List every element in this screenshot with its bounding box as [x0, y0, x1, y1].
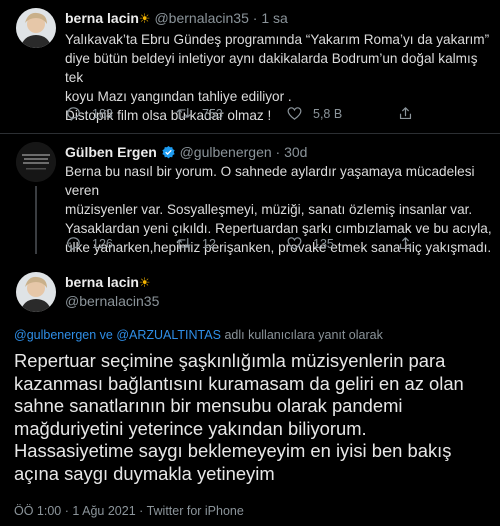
- reply-icon: [67, 107, 80, 122]
- tweet-line: müzisyenler var. Sosyalleşmeyi, müziği, …: [65, 202, 473, 217]
- share-button[interactable]: [397, 235, 424, 252]
- tweet-gulben[interactable]: Gülben Ergen @gulbenergen · 30d Berna bu…: [0, 134, 500, 264]
- heart-icon: [287, 107, 302, 120]
- tweet-line: koyu Mazı yangından tahliye ediliyor .: [65, 89, 292, 104]
- tweet-line: kazanması bağlantısını kuramasam da geli…: [14, 372, 464, 394]
- author-name[interactable]: berna lacin: [65, 274, 139, 290]
- retweet-icon: [176, 237, 191, 250]
- tweet-actions: 126 12 135: [65, 235, 500, 253]
- share-button[interactable]: [397, 105, 424, 122]
- separator: ·: [252, 10, 258, 26]
- tweet-line: açına saygı duymakla yetineyim: [14, 462, 275, 484]
- tweet-meta: ÖÖ 1:00 · 1 Ağu 2021 · Twitter for iPhon…: [14, 504, 244, 518]
- replying-suffix: adlı kullanıcılara yanıt olarak: [224, 328, 383, 342]
- main-tweet-text: Repertuar seçimine şaşkınlığımla müzisye…: [14, 350, 494, 485]
- tweet-actions: 183 753 5,8 B: [65, 105, 500, 123]
- heart-icon: [287, 237, 302, 250]
- like-count: 5,8 B: [313, 106, 343, 121]
- tweet-line: Berna bu nasıl bir yorum. O sahnede ayla…: [65, 164, 475, 198]
- reply-icon: [67, 237, 80, 252]
- retweet-count: 12: [202, 236, 216, 251]
- avatar[interactable]: [16, 142, 56, 182]
- tweet-line: mağduriyetini yeterince yakından biliyor…: [14, 417, 367, 439]
- tweet-date[interactable]: 1 Ağu 2021: [72, 504, 135, 518]
- reply-button[interactable]: 183: [65, 105, 113, 122]
- author-handle[interactable]: @gulbenergen: [180, 144, 272, 160]
- separator: ·: [275, 144, 281, 160]
- tweet-source[interactable]: Twitter for iPhone: [147, 504, 244, 518]
- verified-badge-icon: [161, 144, 176, 160]
- tweet-berna-first[interactable]: berna lacin☀ @bernalacin35 · 1 sa Yalıka…: [0, 0, 500, 130]
- share-icon: [399, 237, 412, 250]
- retweet-icon: [176, 107, 191, 120]
- reply-button[interactable]: 126: [65, 235, 113, 252]
- reply-count: 183: [92, 106, 113, 121]
- separator: ·: [64, 504, 69, 518]
- author-handle[interactable]: @bernalacin35: [65, 293, 159, 309]
- tweet-line: Hassasiyetime saygı beklemeyeyim en iyis…: [14, 440, 452, 461]
- author-name[interactable]: Gülben Ergen: [65, 144, 157, 160]
- retweet-button[interactable]: 753: [175, 105, 223, 122]
- avatar[interactable]: [16, 272, 56, 312]
- retweet-button[interactable]: 12: [175, 235, 216, 252]
- tweet-time[interactable]: 1 sa: [261, 10, 287, 26]
- reply-mentions[interactable]: @gulbenergen ve @ARZUALTINTAS: [14, 328, 221, 342]
- avatar[interactable]: [16, 8, 56, 48]
- author-name[interactable]: berna lacin: [65, 10, 139, 26]
- tweet-line: sahne sanatlarının bir mensubu olarak pa…: [14, 395, 403, 416]
- sun-emoji: ☀: [138, 275, 151, 290]
- sun-emoji: ☀: [138, 11, 151, 26]
- tweet-time[interactable]: ÖÖ 1:00: [14, 504, 61, 518]
- like-count: 135: [313, 236, 334, 251]
- author-handle[interactable]: @bernalacin35: [154, 10, 248, 26]
- retweet-count: 753: [202, 106, 223, 121]
- like-button[interactable]: 5,8 B: [286, 105, 342, 122]
- share-icon: [399, 107, 412, 120]
- tweet-time[interactable]: 30d: [284, 144, 307, 160]
- tweet-line: Repertuar seçimine şaşkınlığımla müzisye…: [14, 350, 446, 371]
- thread-line: [35, 186, 37, 254]
- tweet-line: diye bütün beldeyi inletiyor aynı dakika…: [65, 51, 478, 85]
- separator: ·: [139, 504, 144, 518]
- reply-count: 126: [92, 236, 113, 251]
- like-button[interactable]: 135: [286, 235, 334, 252]
- tweet-line: Yalıkavak’ta Ebru Gündeş programında “Ya…: [65, 32, 490, 47]
- replying-to: @gulbenergen ve @ARZUALTINTAS adlı kulla…: [14, 328, 383, 342]
